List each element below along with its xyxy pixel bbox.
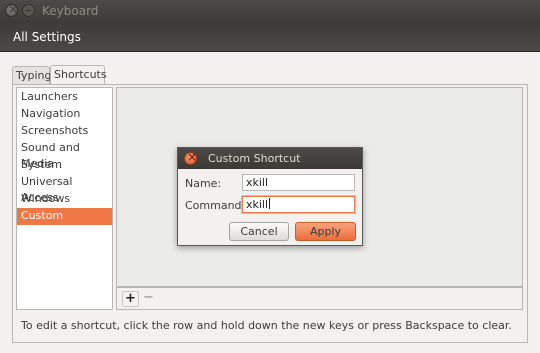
section-list: Launchers Navigation Screenshots Sound a… (16, 87, 113, 310)
dialog-close-icon[interactable] (184, 150, 197, 165)
name-field[interactable]: xkill (242, 174, 355, 191)
dialog-titlebar: Custom Shortcut (178, 148, 362, 169)
section-item-custom-shortcuts[interactable]: Custom Shortcuts (17, 208, 112, 238)
dialog-title: Custom Shortcut (208, 152, 301, 165)
remove-shortcut-button[interactable]: − (140, 291, 157, 307)
text-caret (269, 198, 271, 209)
section-item-windows[interactable]: Windows (17, 191, 112, 208)
section-item-universal-access[interactable]: Universal Access (17, 174, 112, 204)
command-field-value: xkill (246, 198, 269, 211)
command-label: Command: (185, 199, 246, 212)
list-button-bar: + − (116, 287, 523, 310)
command-field[interactable]: xkill (242, 196, 355, 213)
tab-shortcuts[interactable]: Shortcuts (50, 65, 107, 85)
section-item-system[interactable]: System (17, 157, 112, 174)
toolbar: All Settings (0, 22, 540, 52)
name-label: Name: (185, 177, 222, 190)
section-item-sound-and-media[interactable]: Sound and Media (17, 140, 112, 170)
apply-button[interactable]: Apply (295, 222, 356, 241)
name-field-value: xkill (246, 176, 269, 189)
add-shortcut-button[interactable]: + (122, 291, 139, 307)
section-item-screenshots[interactable]: Screenshots (17, 123, 112, 140)
custom-shortcut-dialog: Custom Shortcut Name: xkill Command: xki… (177, 147, 363, 246)
all-settings-button[interactable]: All Settings (13, 30, 81, 44)
hint-text: To edit a shortcut, click the row and ho… (21, 319, 512, 332)
window-minimize-icon[interactable] (22, 4, 35, 17)
window-title: Keyboard (42, 4, 99, 18)
section-item-launchers[interactable]: Launchers (17, 89, 112, 106)
window-titlebar: Keyboard (0, 0, 540, 22)
cancel-button[interactable]: Cancel (229, 222, 289, 241)
section-item-navigation[interactable]: Navigation (17, 106, 112, 123)
window-close-icon[interactable] (5, 2, 18, 17)
tab-typing[interactable]: Typing (12, 66, 52, 85)
